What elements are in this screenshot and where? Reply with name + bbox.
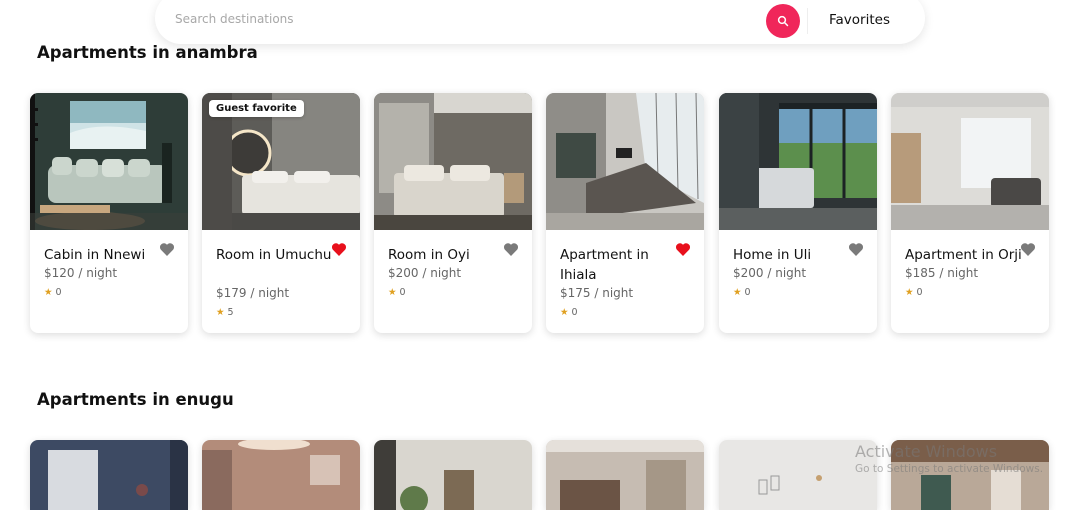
listing-photo [719, 93, 877, 230]
favorites-link[interactable]: Favorites [829, 12, 890, 28]
divider [807, 8, 808, 34]
star-icon: ★ [733, 287, 742, 298]
listing-rating: ★ 0 [388, 287, 406, 298]
listing-price: $200 / night [733, 266, 807, 280]
listing-photo [374, 440, 532, 510]
star-icon: ★ [388, 287, 397, 298]
listing-card[interactable]: Guest favorite Room in Umuchu $179 / nig… [202, 93, 360, 333]
search-icon [777, 12, 789, 31]
listing-card[interactable] [891, 440, 1049, 510]
search-button[interactable] [766, 4, 800, 38]
section-title-enugu: Apartments in enugu [37, 390, 234, 409]
heart-icon[interactable] [675, 242, 693, 260]
listing-rating: ★ 0 [560, 307, 578, 318]
section-title-anambra: Apartments in anambra [37, 43, 258, 62]
listing-photo [546, 93, 704, 230]
listing-card[interactable]: Apartment in Orji $185 / night ★ 0 [891, 93, 1049, 333]
heart-icon[interactable] [331, 242, 349, 260]
listing-price: $179 / night [216, 286, 290, 300]
search-input[interactable] [175, 12, 735, 26]
listing-card[interactable] [546, 440, 704, 510]
star-icon: ★ [216, 307, 225, 318]
listing-card[interactable]: Apartment in Ihiala $175 / night ★ 0 [546, 93, 704, 333]
guest-favorite-badge: Guest favorite [209, 100, 304, 117]
listing-price: $120 / night [44, 266, 118, 280]
listing-card[interactable] [374, 440, 532, 510]
listing-card[interactable]: Cabin in Nnewi $120 / night ★ 0 [30, 93, 188, 333]
listing-rating: ★ 0 [733, 287, 751, 298]
search-bar: Favorites [155, 0, 925, 44]
listing-photo [891, 93, 1049, 230]
star-icon: ★ [560, 307, 569, 318]
listing-title: Room in Oyi [388, 247, 470, 263]
listing-rating: ★ 5 [216, 307, 234, 318]
listing-rating: ★ 0 [44, 287, 62, 298]
listing-card[interactable]: Home in Uli $200 / night ★ 0 [719, 93, 877, 333]
listing-photo [891, 440, 1049, 510]
listing-price: $175 / night [560, 286, 634, 300]
listing-photo [30, 440, 188, 510]
listing-card[interactable] [30, 440, 188, 510]
heart-icon[interactable] [1020, 242, 1038, 260]
listing-title: Room in Umuchu [216, 247, 332, 263]
star-icon: ★ [44, 287, 53, 298]
heart-icon[interactable] [159, 242, 177, 260]
heart-icon[interactable] [503, 242, 521, 260]
heart-icon[interactable] [848, 242, 866, 260]
listing-photo [202, 440, 360, 510]
listing-card[interactable] [719, 440, 877, 510]
listing-title: Apartment in Ihiala [560, 247, 649, 283]
listing-photo [719, 440, 877, 510]
listing-price: $200 / night [388, 266, 462, 280]
listing-photo [546, 440, 704, 510]
listing-title: Cabin in Nnewi [44, 247, 146, 263]
listing-photo [374, 93, 532, 230]
star-icon: ★ [905, 287, 914, 298]
listing-card[interactable] [202, 440, 360, 510]
listing-title: Apartment in Orji [905, 247, 1022, 263]
listing-rating: ★ 0 [905, 287, 923, 298]
listing-card[interactable]: Room in Oyi $200 / night ★ 0 [374, 93, 532, 333]
listing-photo [30, 93, 188, 230]
listing-price: $185 / night [905, 266, 979, 280]
listing-title: Home in Uli [733, 247, 812, 263]
